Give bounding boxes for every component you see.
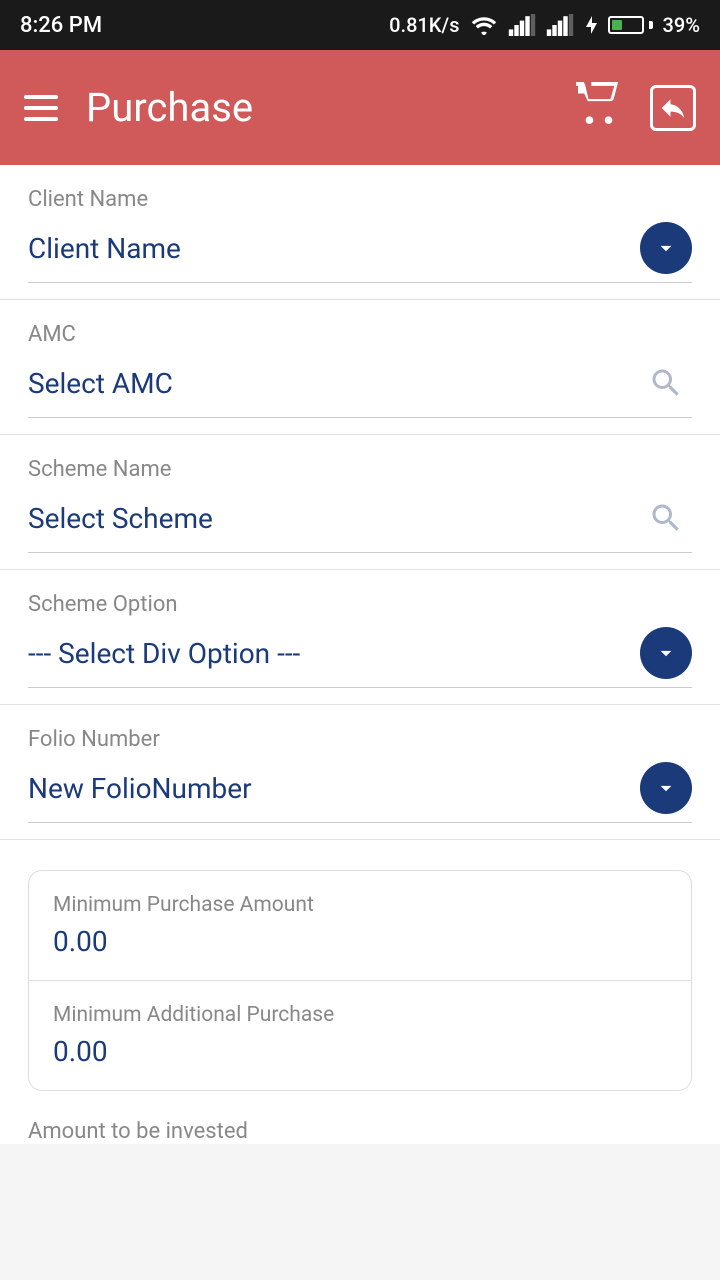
cart-button[interactable] [576,82,622,134]
min-additional-value: 0.00 [53,1035,667,1068]
min-purchase-label: Minimum Purchase Amount [53,893,667,917]
scheme-name-field: Scheme Name Select Scheme [0,435,720,570]
client-name-value[interactable]: Client Name [28,232,181,265]
folio-number-value[interactable]: New FolioNumber [28,772,252,805]
scheme-option-dropdown-button[interactable] [640,627,692,679]
form-content: Client Name Client Name AMC Select AMC S… [0,165,720,1144]
scheme-search-button[interactable] [640,492,692,544]
amc-value-row: Select AMC [28,357,692,418]
scheme-name-label: Scheme Name [28,457,692,482]
scheme-name-value-row: Select Scheme [28,492,692,553]
status-bar-right: 0.81K/s [389,13,700,37]
hamburger-menu-button[interactable] [24,95,58,121]
scheme-option-value-row: --- Select Div Option --- [28,627,692,688]
header-left: Purchase [24,84,253,131]
scheme-option-value[interactable]: --- Select Div Option --- [28,637,300,670]
client-name-value-row: Client Name [28,222,692,283]
scheme-option-field: Scheme Option --- Select Div Option --- [0,570,720,705]
charge-icon [584,14,598,36]
time-display: 8:26 PM [20,13,102,38]
min-additional-label: Minimum Additional Purchase [53,1003,667,1027]
client-name-label: Client Name [28,187,692,212]
header: Purchase [0,50,720,165]
min-purchase-item: Minimum Purchase Amount 0.00 [29,871,691,980]
client-name-dropdown-button[interactable] [640,222,692,274]
client-name-field: Client Name Client Name [0,165,720,300]
amc-search-button[interactable] [640,357,692,409]
header-right [576,82,696,134]
wifi-icon [470,15,498,35]
min-purchase-value: 0.00 [53,925,667,958]
network-speed: 0.81K/s [389,13,459,37]
battery-icon [608,16,653,34]
scheme-name-value[interactable]: Select Scheme [28,502,213,535]
status-bar: 8:26 PM 0.81K/s [0,0,720,50]
info-card: Minimum Purchase Amount 0.00 Minimum Add… [28,870,692,1091]
folio-number-value-row: New FolioNumber [28,762,692,823]
amount-invested-label: Amount to be invested [0,1091,720,1144]
amc-field: AMC Select AMC [0,300,720,435]
folio-number-dropdown-button[interactable] [640,762,692,814]
amc-value[interactable]: Select AMC [28,367,173,400]
signal-icon [508,14,536,36]
signal-icon-2 [546,14,574,36]
page-title: Purchase [86,84,253,131]
folio-number-label: Folio Number [28,727,692,752]
min-additional-item: Minimum Additional Purchase 0.00 [29,980,691,1090]
scheme-option-label: Scheme Option [28,592,692,617]
battery-percent: 39% [663,13,700,37]
folio-number-field: Folio Number New FolioNumber [0,705,720,840]
amc-label: AMC [28,322,692,347]
exit-button[interactable] [650,85,696,131]
